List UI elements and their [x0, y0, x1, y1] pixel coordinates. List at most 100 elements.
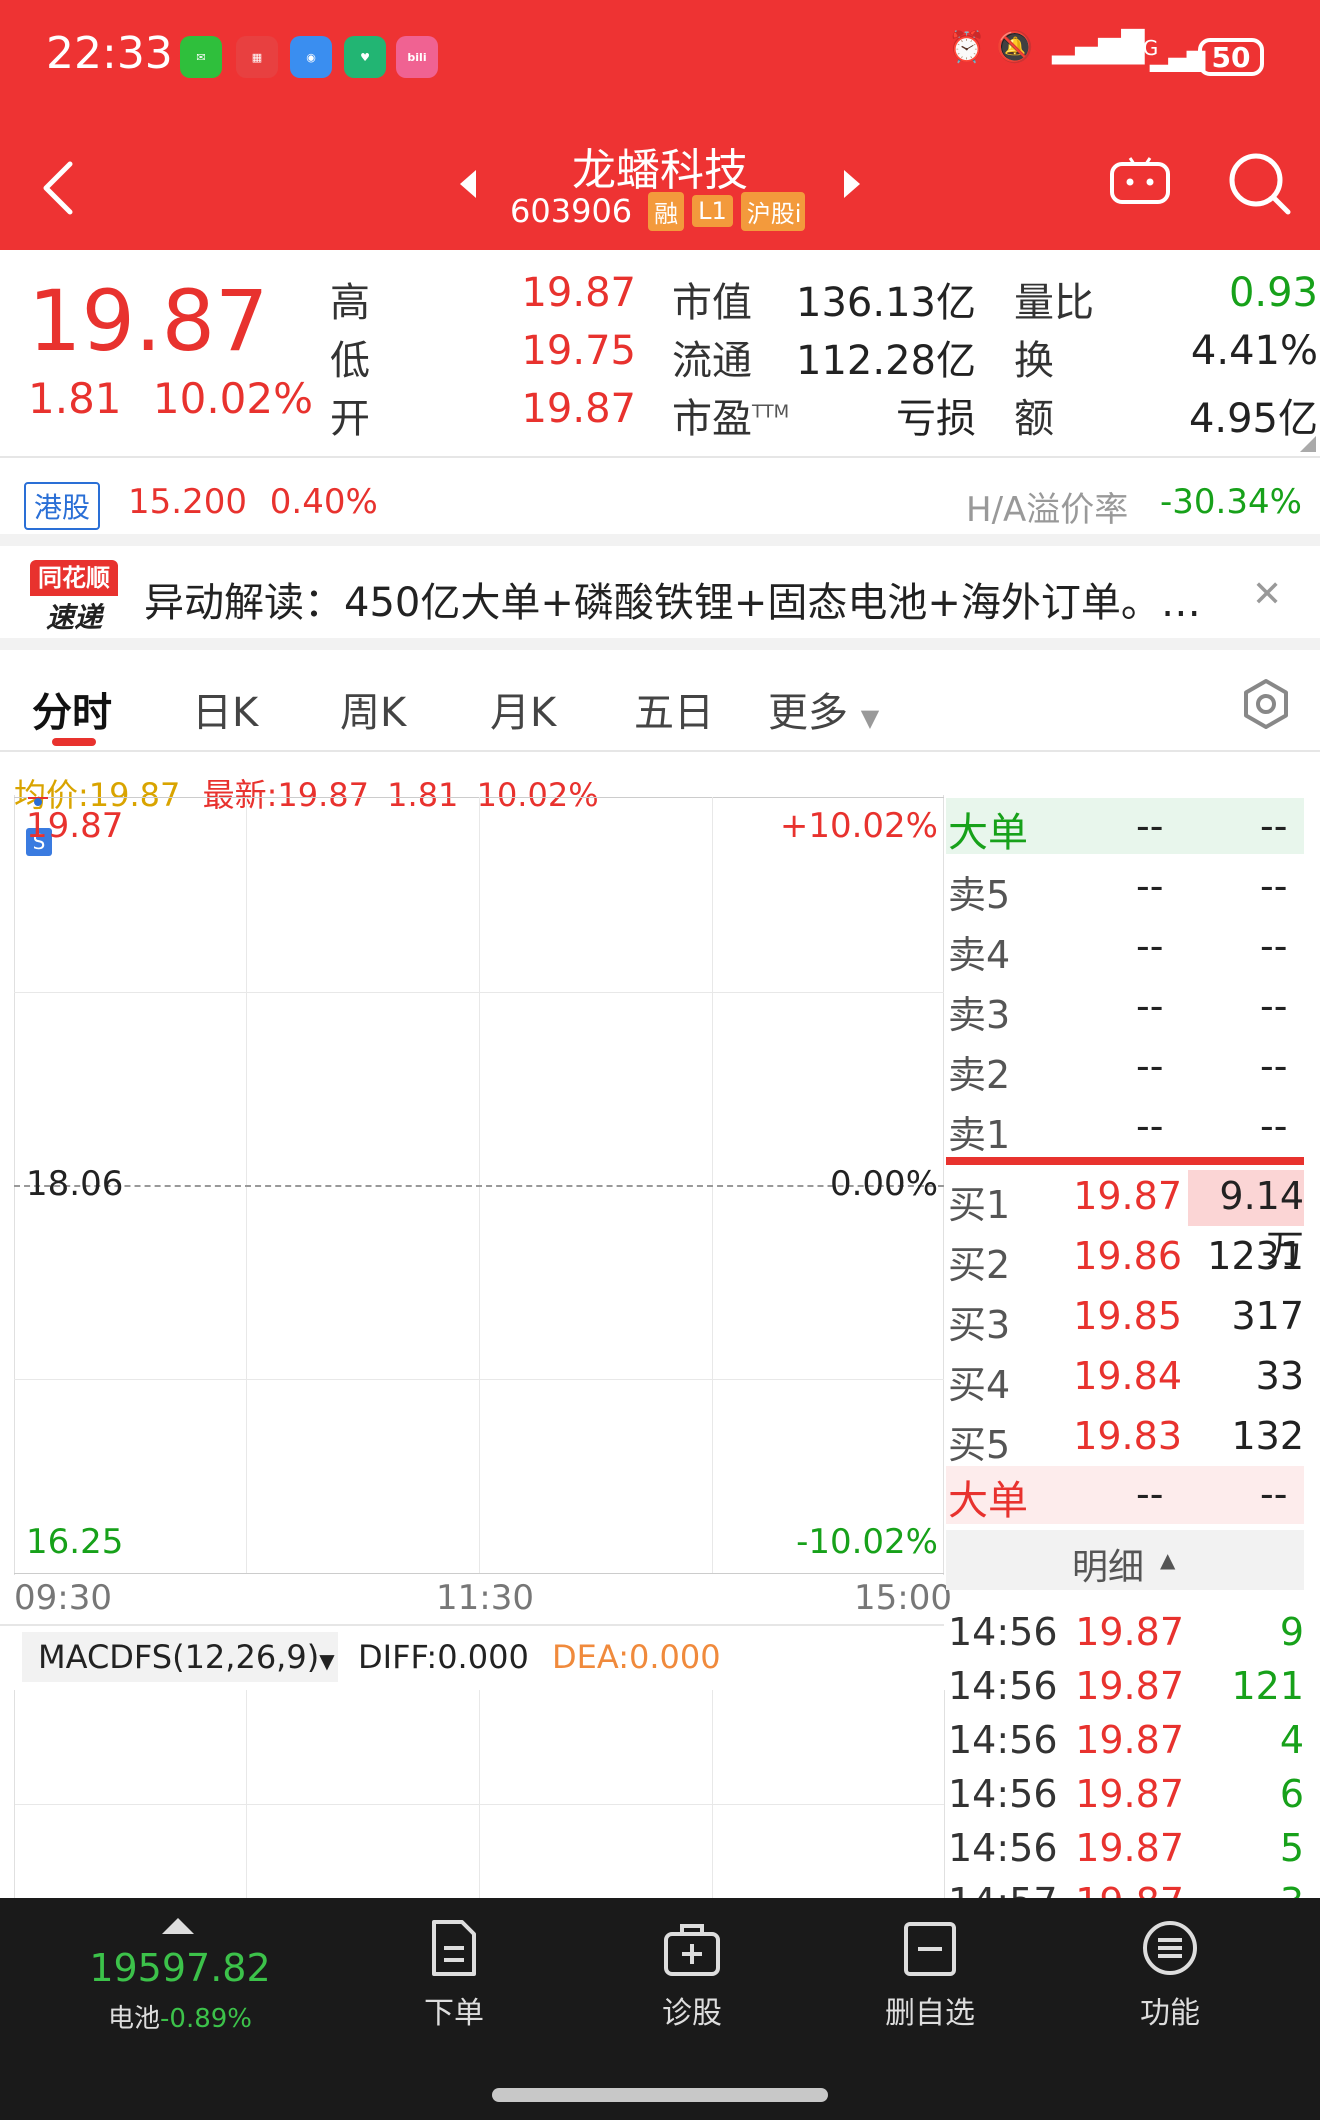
hk-price: 15.200	[128, 482, 247, 522]
nav-functions-label: 功能	[1140, 1996, 1200, 2031]
pct-axis-top-label: +10.02%	[779, 806, 938, 846]
tab-intraday[interactable]: 分时	[32, 680, 112, 738]
shanghai-connect-tag: 沪股i	[740, 191, 805, 231]
index-info[interactable]: 电池-0.89%	[60, 1998, 300, 2035]
current-price: 19.87	[28, 272, 269, 370]
macd-selector[interactable]: MACDFS(12,26,9)▼	[22, 1632, 338, 1682]
buy-big-order-label: 大单	[948, 1478, 1028, 1524]
high-label: 高	[330, 280, 370, 326]
battery-level: 50	[1211, 40, 1251, 74]
news-headline[interactable]: 异动解读：450亿大单+磷酸铁锂+固态电池+海外订单。…	[144, 570, 1204, 628]
active-tab-indicator	[52, 738, 96, 746]
sell5-price: --	[1136, 864, 1164, 908]
nav-diagnose[interactable]: 诊股	[592, 1918, 792, 2032]
tab-more[interactable]: 更多 ▼	[768, 680, 879, 738]
battery-icon: 50	[1198, 38, 1264, 76]
pe-value: 亏损	[896, 396, 976, 442]
chevron-down-icon: ▼	[860, 704, 880, 732]
sell-big-order-price: --	[1136, 804, 1164, 848]
robot-assistant-icon[interactable]	[1108, 156, 1172, 206]
buy3-label: 买3	[948, 1303, 1011, 1347]
x-axis-label-close: 15:00	[854, 1578, 952, 1618]
sell3-vol: --	[1260, 984, 1288, 1028]
search-icon[interactable]	[1226, 150, 1292, 216]
divider	[0, 750, 1320, 752]
open-value: 19.87	[521, 386, 636, 432]
y-axis-bottom-label: 16.25	[26, 1522, 124, 1562]
close-icon[interactable]: ✕	[1252, 574, 1282, 615]
sell1-vol: --	[1260, 1104, 1288, 1148]
market-cap-label: 市值	[672, 280, 752, 326]
tick-price: 19.87	[1075, 1718, 1184, 1762]
buy4-vol: 33	[1255, 1354, 1304, 1398]
nav-remove-watchlist[interactable]: 删自选	[830, 1918, 1030, 2032]
sell2-price: --	[1136, 1044, 1164, 1088]
nav-place-order[interactable]: 下单	[354, 1918, 554, 2032]
grid-line	[712, 1690, 713, 1898]
tab-monthly-k[interactable]: 月K	[490, 680, 556, 738]
buy2-price: 19.86	[1073, 1234, 1182, 1278]
chevron-down-icon: ▼	[319, 1649, 335, 1673]
tick-vol: 9	[1279, 1610, 1304, 1654]
sell3-label: 卖3	[948, 993, 1011, 1037]
amount-label: 额	[1014, 396, 1054, 442]
buy-big-order-price: --	[1136, 1472, 1164, 1516]
y-axis-top-label: 19.87	[26, 806, 124, 846]
diff-label: DIFF:0.000	[358, 1638, 529, 1676]
tick-price: 19.87	[1075, 1610, 1184, 1654]
x-axis-label-noon: 11:30	[436, 1578, 534, 1618]
turnover-label: 换	[1014, 338, 1054, 384]
sell-big-order-vol: --	[1260, 804, 1288, 848]
ha-premium-value: -30.34%	[1160, 482, 1302, 522]
hk-price-row[interactable]: 15.200 0.40%	[128, 482, 378, 522]
buy-big-order-vol: --	[1260, 1472, 1288, 1516]
buy4-price: 19.84	[1073, 1354, 1182, 1398]
expand-up-icon[interactable]	[162, 1918, 194, 1934]
pe-ttm-sup: TTM	[752, 401, 790, 423]
app-gallery-icon: ▦	[236, 36, 278, 78]
index-name: 电池	[108, 2004, 161, 2034]
hk-stock-tag[interactable]: 港股	[24, 482, 101, 530]
nav-functions[interactable]: 功能	[1070, 1918, 1270, 2032]
chevron-up-icon: ▲	[1160, 1548, 1176, 1572]
index-value[interactable]: 19597.82	[60, 1946, 300, 1990]
detail-label: 明细	[1072, 1547, 1145, 1588]
sell1-price: --	[1136, 1104, 1164, 1148]
index-pct: -0.89%	[160, 2004, 252, 2034]
tab-five-day[interactable]: 五日	[634, 680, 714, 738]
logo-line1: 同花顺	[30, 560, 118, 596]
news-app-icon: ◉	[290, 36, 332, 78]
tab-daily-k[interactable]: 日K	[192, 680, 258, 738]
stock-code-row: 603906 融 L1 沪股i	[510, 190, 805, 232]
logo-line2: 速递	[45, 601, 102, 634]
dea-label: DEA:0.000	[552, 1638, 721, 1676]
sell-big-order-label: 大单	[948, 810, 1028, 856]
tick-vol: 5	[1279, 1826, 1304, 1870]
buy5-price: 19.83	[1073, 1414, 1182, 1458]
float-cap-value: 112.28亿	[796, 338, 976, 384]
tab-more-label: 更多	[768, 690, 848, 736]
sell2-label: 卖2	[948, 1053, 1011, 1097]
buy2-label: 买2	[948, 1243, 1011, 1287]
home-indicator[interactable]	[492, 2088, 828, 2102]
order-doc-icon	[432, 1920, 476, 1976]
divider	[0, 1624, 944, 1626]
tick-vol: 6	[1279, 1772, 1304, 1816]
buy3-price: 19.85	[1073, 1294, 1182, 1338]
nav-place-order-label: 下单	[424, 1996, 484, 2031]
remove-box-icon	[904, 1922, 956, 1976]
tab-weekly-k[interactable]: 周K	[340, 680, 406, 738]
sell5-label: 卖5	[948, 873, 1011, 917]
sell4-vol: --	[1260, 924, 1288, 968]
hk-pct: 0.40%	[269, 482, 378, 522]
grid-line	[14, 1573, 944, 1574]
margin-tag: 融	[648, 191, 685, 231]
tick-time: 14:56	[948, 1826, 1058, 1870]
settings-icon[interactable]	[1240, 678, 1292, 730]
app-header: 22:33 ✉ ▦ ◉ ♥ bili ⏰ 🔕 ▂▄▆█ 4G ▂▄▆ 50 龙蟠…	[0, 0, 1320, 250]
expand-corner-icon[interactable]	[1300, 436, 1316, 452]
alarm-icon: ⏰	[948, 30, 986, 65]
section-divider	[0, 534, 1320, 546]
turnover-value: 4.41%	[1190, 328, 1318, 374]
buy5-vol: 132	[1231, 1414, 1304, 1458]
